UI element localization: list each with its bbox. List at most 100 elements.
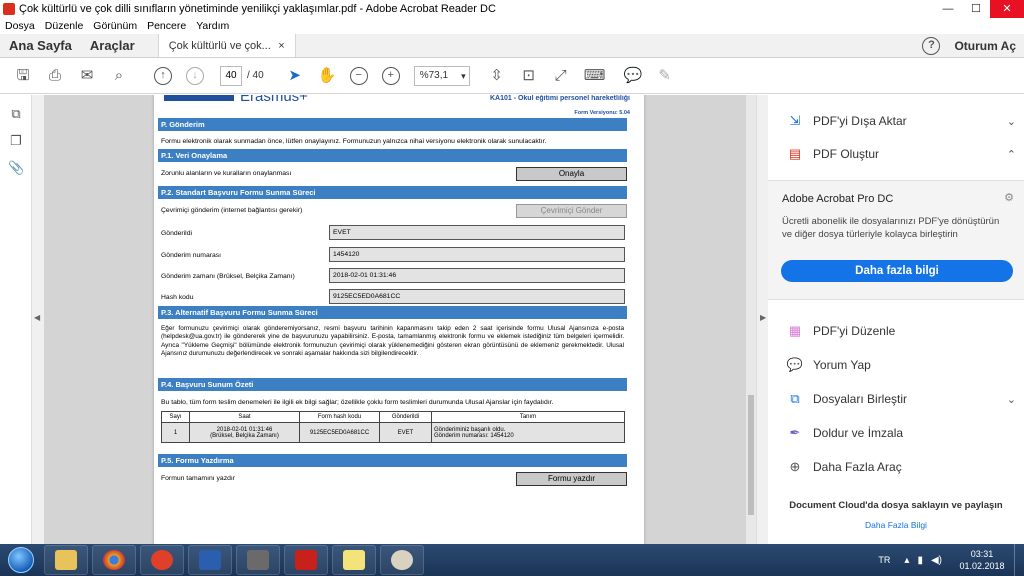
submission-time-field[interactable]: 2018-02-01 01:31:46 (329, 268, 625, 283)
comment-tool[interactable]: 💬 Yorum Yap (786, 355, 1016, 375)
maximize-button[interactable]: ☐ (962, 0, 990, 18)
plus-circle-icon: ⊕ (789, 459, 801, 474)
right-pane-toggle[interactable]: ▶ (756, 95, 768, 544)
zoom-select[interactable]: %73,1 (413, 65, 470, 86)
create-pdf-tool[interactable]: ▤ PDF Oluştur ⌃ (786, 144, 1016, 164)
more-tools[interactable]: ⊕ Daha Fazla Araç (786, 457, 1016, 477)
taskbar-acrobat[interactable] (284, 545, 328, 575)
taskbar-app[interactable] (236, 545, 280, 575)
print-form-button[interactable]: Formu yazdır (516, 472, 627, 486)
validate-label: Zorunlu alanların ve kuralların onaylanm… (161, 170, 292, 177)
menu-edit[interactable]: Düzenle (40, 20, 89, 32)
zoom-out-icon[interactable]: − (349, 66, 368, 85)
promo-settings-icon[interactable]: ⚙ (1004, 191, 1014, 204)
app-icon (247, 550, 269, 570)
select-cursor-icon[interactable]: ➤ (286, 67, 304, 85)
row-hash: 9125EC5ED0A681CC (299, 422, 380, 443)
fill-sign-pen-icon: ✒ (789, 425, 801, 440)
clock[interactable]: 03:31 01.02.2018 (950, 548, 1014, 572)
edit-pdf-label: PDF'yi Düzenle (813, 324, 896, 338)
document-cloud-link[interactable]: Daha Fazla Bilgi (768, 520, 1024, 530)
bookmarks-icon[interactable]: ❐ (8, 133, 24, 149)
hash-code-field[interactable]: 9125EC5ED0A681CC (329, 289, 625, 304)
section-p5-header: P.5. Formu Yazdırma (158, 454, 627, 467)
network-icon[interactable]: ▮ (917, 555, 923, 566)
email-icon[interactable]: ✉ (78, 67, 96, 85)
menu-file[interactable]: Dosya (0, 20, 40, 32)
chevron-down-icon[interactable]: ⌄ (1007, 115, 1016, 128)
page-number-input[interactable]: 40 (220, 65, 242, 86)
acrobat-icon (295, 550, 317, 570)
taskbar-paint[interactable] (380, 545, 424, 575)
taskbar-sticky-notes[interactable] (332, 545, 376, 575)
save-icon[interactable]: 🖫 (14, 67, 32, 85)
table-header: Tanım (431, 411, 625, 423)
menu-help[interactable]: Yardım (191, 20, 234, 32)
left-pane-toggle[interactable]: ◀ (32, 95, 44, 544)
learn-more-button[interactable]: Daha fazla bilgi (781, 260, 1013, 282)
vertical-scrollbar[interactable] (746, 95, 756, 544)
menu-window[interactable]: Pencere (142, 20, 191, 32)
hand-tool-icon[interactable]: ✋ (318, 67, 337, 85)
taskbar-explorer[interactable] (44, 545, 88, 575)
edit-pdf-tool[interactable]: ▦ PDF'yi Düzenle (786, 321, 1016, 341)
section-p4-header: P.4. Başvuru Sunum Özeti (158, 378, 627, 391)
online-submit-button[interactable]: Çevrimiçi Gönder (516, 204, 627, 218)
export-pdf-label: PDF'yi Dışa Aktar (813, 114, 907, 128)
page-up-icon[interactable]: ↑ (154, 66, 172, 85)
show-desktop-button[interactable] (1014, 544, 1024, 576)
tab-close-icon[interactable]: × (278, 34, 284, 57)
help-icon[interactable]: ? (922, 37, 941, 55)
start-button[interactable] (2, 545, 40, 575)
fullscreen-icon[interactable]: ⤢ (552, 67, 570, 85)
chevron-down-icon[interactable]: ⌄ (1007, 393, 1016, 406)
submission-summary-table: Sayı Saat Form hash kodu Gönderildi Tanı… (161, 411, 625, 443)
tab-home[interactable]: Ana Sayfa (0, 34, 81, 57)
document-cloud-text: Document Cloud'da dosya saklayın ve payl… (789, 500, 1003, 511)
fill-sign-tool[interactable]: ✒ Doldur ve İmzala (786, 423, 1016, 443)
keyboard-icon[interactable]: ⌨ (584, 67, 606, 85)
page-thumbnails-icon[interactable]: ⧉ (8, 106, 24, 122)
row-description-line2: Gönderim numarası: 1454120 (434, 432, 514, 439)
attachment-icon[interactable]: 📎 (8, 160, 24, 176)
folder-icon (55, 550, 77, 570)
fit-page-icon[interactable]: ⊡ (520, 67, 538, 85)
highlight-pen-icon[interactable]: ✎ (656, 67, 674, 85)
validate-button[interactable]: Onayla (516, 167, 627, 181)
online-submit-label: Çevrimiçi gönderim (internet bağlantısı … (161, 207, 303, 214)
taskbar-chrome[interactable] (92, 545, 136, 575)
erasmus-logo: Erasmus+ (240, 95, 308, 105)
print-icon[interactable]: ⎙ (46, 67, 64, 85)
scrollbar-thumb[interactable] (748, 395, 754, 515)
page-down-icon[interactable]: ↓ (186, 66, 204, 85)
submitted-field[interactable]: EVET (329, 225, 625, 240)
tray-expand-icon[interactable]: ▴ (904, 555, 909, 566)
tab-document-label: Çok kültürlü ve çok... (168, 40, 271, 52)
scroll-mode-icon[interactable]: ⇳ (488, 67, 506, 85)
combine-files-icon: ⧉ (790, 391, 800, 406)
signin-button[interactable]: Oturum Aç (940, 34, 1024, 57)
menu-view[interactable]: Görünüm (88, 20, 142, 32)
window-titlebar: Çok kültürlü ve çok dilli sınıfların yön… (0, 0, 1024, 18)
submission-number-label: Gönderim numarası (161, 252, 222, 259)
search-icon[interactable]: ⌕ (110, 67, 128, 85)
taskbar-word[interactable] (188, 545, 232, 575)
zoom-in-icon[interactable]: + (381, 66, 400, 85)
chevron-up-icon[interactable]: ⌃ (1007, 148, 1016, 161)
minimize-button[interactable]: — (934, 0, 962, 18)
close-window-button[interactable]: ✕ (990, 0, 1024, 18)
tab-tools[interactable]: Araçlar (81, 34, 144, 57)
tab-document[interactable]: Çok kültürlü ve çok... × (157, 34, 296, 57)
submission-number-field[interactable]: 1454120 (329, 247, 625, 262)
right-tools-panel: ⇲ PDF'yi Dışa Aktar ⌄ ▤ PDF Oluştur ⌃ Ad… (768, 95, 1024, 544)
taskbar-camera-app[interactable] (140, 545, 184, 575)
comment-icon[interactable]: 💬 (624, 67, 643, 85)
export-pdf-tool[interactable]: ⇲ PDF'yi Dışa Aktar ⌄ (786, 111, 1016, 131)
combine-files-tool[interactable]: ⧉ Dosyaları Birleştir ⌄ (786, 389, 1016, 409)
volume-icon[interactable]: ◀) (931, 555, 942, 566)
language-indicator[interactable]: TR (878, 555, 890, 565)
document-viewer[interactable]: Erasmus+ KA101 - Okul eğitimi personel h… (44, 95, 756, 544)
window-title: Çok kültürlü ve çok dilli sınıfların yön… (19, 3, 496, 15)
clock-time: 03:31 (970, 549, 994, 559)
sticky-notes-icon (343, 550, 365, 570)
